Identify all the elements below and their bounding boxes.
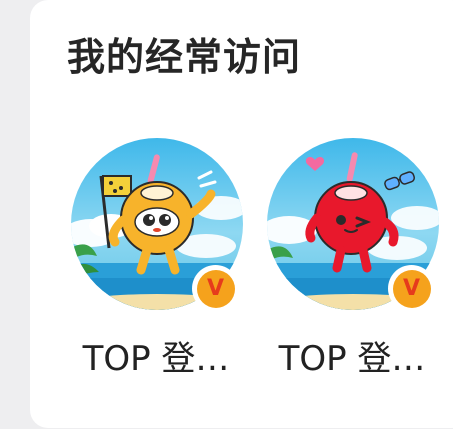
frequent-visits-card: 我的经常访问 V TOP 登… V TOP 登…	[30, 0, 453, 428]
verified-badge: V	[192, 265, 239, 312]
avatar[interactable]: V	[71, 138, 243, 312]
section-title: 我的经常访问	[67, 35, 302, 79]
item-name[interactable]: TOP 登…	[66, 338, 246, 380]
frequent-visit-item[interactable]: V TOP 登…	[66, 138, 246, 388]
avatar[interactable]: V	[267, 138, 439, 312]
verified-badge: V	[388, 265, 435, 312]
verified-v-icon: V	[196, 269, 235, 308]
verified-v-icon: V	[392, 269, 431, 308]
item-name[interactable]: TOP 登…	[262, 338, 442, 380]
frequent-visit-item[interactable]: V TOP 登…	[262, 138, 442, 388]
